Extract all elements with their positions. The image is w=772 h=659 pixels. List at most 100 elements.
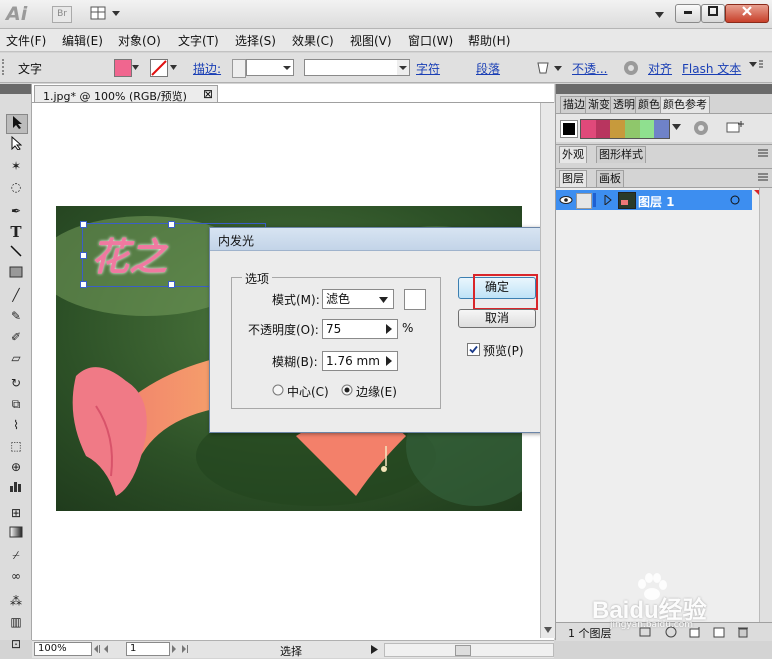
document-tab[interactable]: 1.jpg* @ 100% (RGB/预览) ⊠ (34, 85, 218, 103)
menu-help[interactable]: 帮助(H) (468, 32, 510, 49)
selection-tool-icon[interactable] (6, 114, 28, 134)
page-nav-next-icon[interactable] (172, 645, 202, 655)
pen-tool-icon[interactable]: ✒ (6, 202, 26, 220)
selection-handle[interactable] (80, 281, 87, 288)
paragraph-link[interactable]: 段落 (476, 60, 500, 77)
harmony-dropdown-icon[interactable] (672, 123, 682, 131)
menu-edit[interactable]: 编辑(E) (62, 32, 103, 49)
mesh-tool-icon[interactable]: ⊞ (6, 504, 26, 522)
menu-view[interactable]: 视图(V) (350, 32, 392, 49)
menu-type[interactable]: 文字(T) (178, 32, 219, 49)
variable-width-field[interactable] (304, 59, 410, 76)
warp-tool-icon[interactable]: ⌇ (6, 416, 26, 434)
zoom-field[interactable]: 100% (34, 642, 92, 656)
panel-tab-appearance[interactable]: 外观 (559, 146, 587, 163)
base-color-swatch[interactable] (560, 120, 578, 138)
workspace-dropdown-icon[interactable] (655, 8, 665, 22)
scroll-thumb[interactable] (455, 645, 471, 656)
vertical-scrollbar[interactable] (540, 103, 555, 638)
harmony-colors[interactable] (580, 119, 670, 139)
type-tool-icon[interactable]: T (6, 223, 26, 241)
style-icon[interactable] (536, 60, 566, 79)
panel-tab-color[interactable]: 颜色 (635, 96, 663, 113)
panel-menu-icon[interactable] (754, 172, 770, 184)
selection-handle[interactable] (80, 252, 87, 259)
selection-handle[interactable] (80, 221, 87, 228)
stroke-weight-stepper[interactable] (232, 59, 246, 78)
lock-toggle[interactable] (576, 193, 592, 209)
menu-window[interactable]: 窗口(W) (408, 32, 453, 49)
blob-brush-tool-icon[interactable]: ✐ (6, 328, 26, 346)
selection-handle[interactable] (168, 221, 175, 228)
eyedropper-tool-icon[interactable]: ⌿ (6, 546, 26, 564)
gradient-tool-icon[interactable] (6, 525, 26, 543)
target-circle-icon[interactable] (730, 195, 740, 205)
harmony-swatch[interactable] (625, 120, 640, 138)
bridge-button[interactable]: Br (52, 6, 72, 23)
layer-row[interactable]: 图层 1 (556, 190, 752, 210)
graph-tool-icon[interactable] (6, 479, 26, 497)
pencil-tool-icon[interactable]: ✎ (6, 307, 26, 325)
character-link[interactable]: 字符 (416, 60, 440, 77)
artboard-tool-icon[interactable]: ⊡ (6, 635, 26, 653)
page-nav-first-icon[interactable] (94, 645, 124, 655)
panel-tab-color-guide[interactable]: 颜色参考 (660, 96, 710, 113)
harmony-swatch[interactable] (654, 120, 670, 138)
menu-file[interactable]: 文件(F) (6, 32, 46, 49)
panel-dock-header[interactable] (556, 84, 772, 94)
dialog-title-bar[interactable]: 内发光 (210, 228, 558, 251)
paintbrush-tool-icon[interactable]: ╱ (6, 286, 26, 304)
selection-handle[interactable] (168, 281, 175, 288)
preview-checkbox[interactable] (467, 343, 480, 359)
eraser-tool-icon[interactable]: ▱ (6, 349, 26, 367)
status-menu-icon[interactable] (370, 645, 380, 655)
panel-tab-transparency[interactable]: 透明 (610, 96, 638, 113)
direct-selection-tool-icon[interactable] (6, 135, 26, 154)
stroke-link[interactable]: 描边: (193, 60, 221, 77)
harmony-swatch[interactable] (639, 120, 655, 138)
symbol-sprayer-tool-icon[interactable]: ⁂ (6, 592, 26, 610)
control-menu-icon[interactable] (748, 59, 764, 76)
line-tool-icon[interactable] (6, 244, 26, 262)
close-button[interactable] (725, 4, 769, 23)
menu-select[interactable]: 选择(S) (235, 32, 276, 49)
document-tab-close-icon[interactable]: ⊠ (203, 87, 213, 101)
page-field[interactable]: 1 (126, 642, 170, 656)
align-link[interactable]: 对齐 (648, 60, 672, 77)
save-color-group-icon[interactable] (726, 120, 746, 134)
edge-radio[interactable] (341, 384, 353, 399)
minimize-button[interactable] (675, 4, 701, 23)
lasso-tool-icon[interactable]: ◌ (6, 178, 26, 196)
fill-dropdown-icon[interactable] (132, 61, 140, 76)
shape-builder-tool-icon[interactable]: ⊕ (6, 458, 26, 476)
opacity-link[interactable]: 不透... (572, 60, 607, 77)
scroll-down-icon[interactable] (541, 624, 555, 636)
recolor-artwork-icon[interactable] (692, 119, 710, 137)
magic-wand-tool-icon[interactable]: ✶ (6, 157, 26, 175)
free-transform-tool-icon[interactable]: ⬚ (6, 437, 26, 455)
tools-panel-header[interactable] (0, 84, 31, 94)
maximize-button[interactable] (701, 4, 725, 23)
visibility-eye-icon[interactable] (559, 194, 573, 206)
opacity-field[interactable]: 75 (322, 319, 398, 339)
rotate-tool-icon[interactable]: ↻ (6, 374, 26, 392)
menu-effect[interactable]: 效果(C) (292, 32, 334, 49)
panel-tab-stroke[interactable]: 描边 (560, 96, 588, 113)
fill-swatch[interactable] (114, 59, 132, 77)
menu-object[interactable]: 对象(O) (118, 32, 161, 49)
stroke-weight-field[interactable] (246, 59, 294, 76)
glow-color-swatch[interactable] (404, 289, 426, 310)
layer-name[interactable]: 图层 1 (638, 193, 675, 210)
panel-menu-icon[interactable] (754, 148, 770, 160)
stroke-none-swatch[interactable] (150, 59, 168, 77)
arrange-documents-button[interactable] (90, 6, 124, 21)
column-graph-tool-icon[interactable]: ▥ (6, 613, 26, 631)
harmony-swatch[interactable] (595, 120, 611, 138)
panel-tab-graphic-styles[interactable]: 图形样式 (596, 146, 646, 163)
panel-tab-gradient[interactable]: 渐变 (585, 96, 613, 113)
expand-triangle-icon[interactable] (604, 195, 612, 205)
cancel-button[interactable]: 取消 (458, 309, 536, 328)
blend-tool-icon[interactable]: ∞ (6, 567, 26, 585)
center-radio[interactable] (272, 384, 284, 399)
scale-tool-icon[interactable]: ⧉ (6, 395, 26, 413)
